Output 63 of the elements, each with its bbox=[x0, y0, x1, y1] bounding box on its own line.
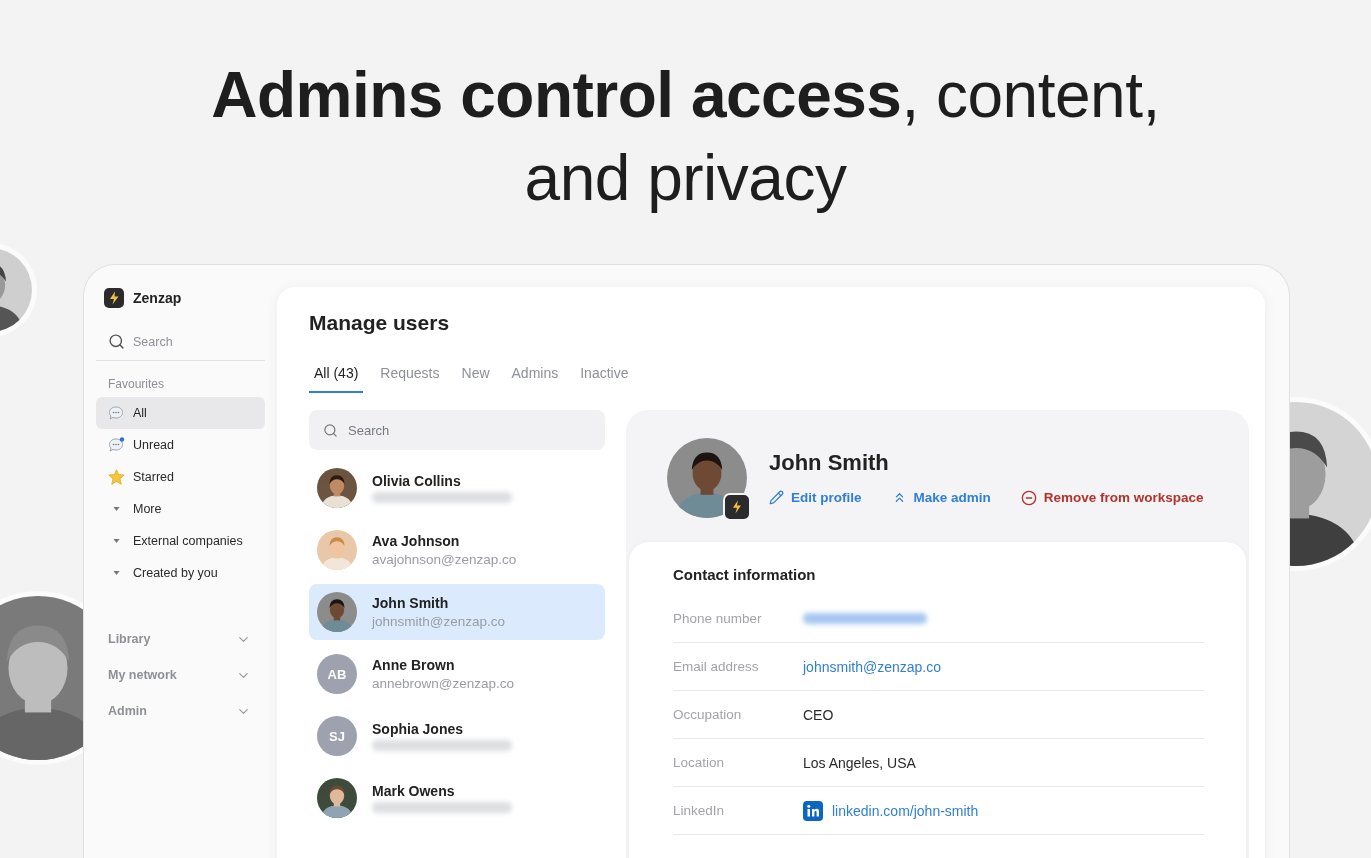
profile-action-link[interactable]: Edit profile bbox=[769, 489, 862, 506]
field-label: Occupation bbox=[673, 707, 743, 722]
user-email: johnsmith@zenzap.co bbox=[372, 614, 506, 629]
sidebar-item-label: More bbox=[133, 502, 162, 516]
sidebar-item-label: Created by you bbox=[133, 566, 218, 580]
headline: Admins control access, content, and privacy bbox=[210, 58, 1161, 216]
sidebar-item-label: All bbox=[133, 406, 147, 420]
user-email: avajohnson@zenzap.co bbox=[372, 552, 517, 567]
sidebar-item[interactable]: Starred bbox=[96, 461, 265, 493]
field-label: Location bbox=[673, 755, 726, 770]
sidebar-search-field[interactable]: Search bbox=[133, 334, 233, 349]
profile-action-link[interactable]: Remove from workspace bbox=[1020, 489, 1204, 506]
profile-action-link[interactable]: Make admin bbox=[891, 489, 991, 506]
user-row[interactable]: AB Anne Brown annebrown@zenzap.co bbox=[309, 646, 605, 702]
field-label: Email address bbox=[673, 659, 760, 674]
pencil-icon bbox=[769, 490, 784, 505]
email-link[interactable]: johnsmith@zenzap.co bbox=[803, 658, 941, 675]
chat-bubble-icon bbox=[108, 437, 125, 453]
page-title: Manage users bbox=[309, 311, 451, 336]
field-label: LinkedIn bbox=[673, 803, 726, 818]
user-name: Anne Brown bbox=[372, 657, 456, 673]
sidebar-item[interactable]: Created by you bbox=[96, 557, 265, 589]
sidebar-item-label: Starred bbox=[133, 470, 174, 484]
user-row[interactable]: SJ Sophia Jones bbox=[309, 708, 605, 764]
user-row[interactable]: John Smith johnsmith@zenzap.co bbox=[309, 584, 605, 640]
search-input[interactable]: Search bbox=[348, 422, 548, 438]
card-title: Contact information bbox=[673, 566, 817, 583]
search-icon bbox=[323, 422, 338, 438]
field-value: Los Angeles, USA bbox=[803, 754, 916, 771]
star-icon bbox=[108, 469, 125, 485]
sidebar-item[interactable]: External companies bbox=[96, 525, 265, 557]
group-label: My network bbox=[108, 668, 177, 682]
chat-bubble-icon bbox=[108, 405, 125, 421]
field-value: CEO bbox=[803, 706, 834, 723]
avatar: SJ bbox=[317, 716, 357, 756]
app-name: Zenzap bbox=[133, 290, 182, 306]
profile-name: John Smith bbox=[769, 449, 890, 476]
user-name: Olivia Collins bbox=[372, 473, 462, 489]
user-name: Mark Owens bbox=[372, 783, 456, 799]
sidebar-item[interactable]: All bbox=[96, 397, 265, 429]
linkedin-icon bbox=[803, 800, 823, 821]
user-row[interactable]: Olivia Collins bbox=[309, 460, 605, 516]
sidebar-item-label: Unread bbox=[133, 438, 174, 452]
user-search-field[interactable]: Search bbox=[309, 410, 605, 450]
group-label: Library bbox=[108, 632, 151, 646]
minus-circle-icon bbox=[1020, 489, 1037, 506]
section-label: Favourites bbox=[108, 377, 166, 391]
tab[interactable]: All (43) bbox=[309, 357, 364, 393]
user-name: John Smith bbox=[372, 595, 450, 611]
user-row[interactable]: Ava Johnson avajohnson@zenzap.co bbox=[309, 522, 605, 578]
user-name: Sophia Jones bbox=[372, 721, 465, 737]
linkedin-link[interactable]: linkedin.com/john-smith bbox=[832, 802, 979, 819]
user-name: Ava Johnson bbox=[372, 533, 461, 549]
group-label: Admin bbox=[108, 704, 147, 718]
user-row[interactable]: Mark Owens bbox=[309, 770, 605, 826]
user-email: annebrown@zenzap.co bbox=[372, 676, 515, 691]
search-icon bbox=[108, 333, 125, 350]
field-label: Phone number bbox=[673, 611, 763, 626]
sidebar-item[interactable]: More bbox=[96, 493, 265, 525]
avatar: AB bbox=[317, 654, 357, 694]
logo-icon bbox=[104, 288, 124, 308]
sidebar-item[interactable]: Unread bbox=[96, 429, 265, 461]
sidebar-item-label: External companies bbox=[133, 534, 243, 548]
